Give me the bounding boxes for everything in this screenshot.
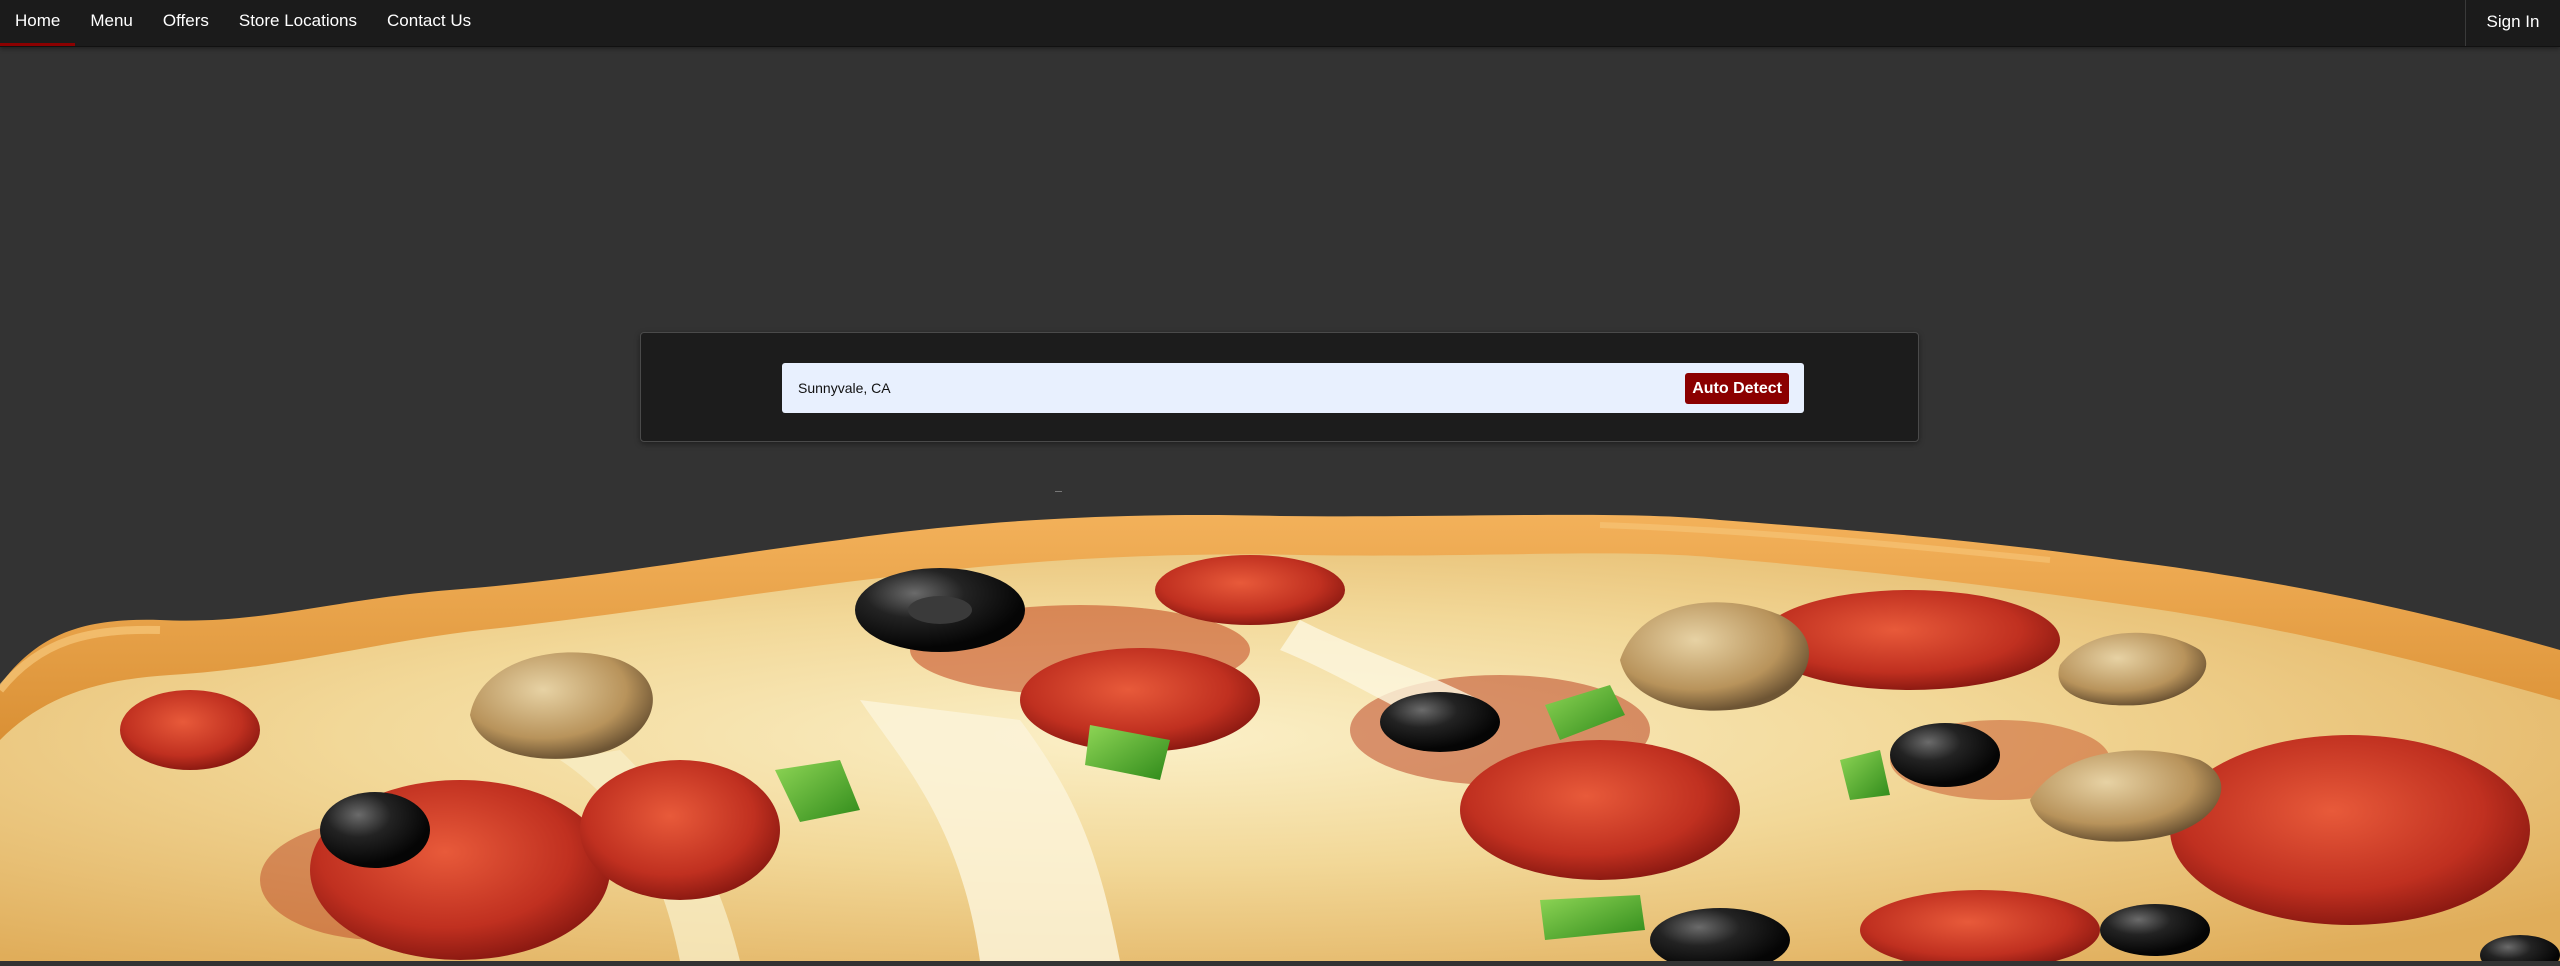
nav-item-menu[interactable]: Menu — [75, 0, 148, 46]
nav-item-offers[interactable]: Offers — [148, 0, 224, 46]
nav-item-contact-us[interactable]: Contact Us — [372, 0, 486, 46]
pizza-hero-image — [0, 500, 2560, 966]
location-search-panel: Auto Detect — [640, 332, 1919, 442]
location-field: Auto Detect — [782, 363, 1804, 413]
divider-mark — [1055, 491, 1062, 492]
nav-item-home[interactable]: Home — [0, 0, 76, 46]
nav-item-store-locations[interactable]: Store Locations — [224, 0, 372, 46]
top-navbar: Home Menu Offers Store Locations Contact… — [0, 0, 2560, 47]
auto-detect-button[interactable]: Auto Detect — [1685, 373, 1789, 404]
nav-menu: Home Menu Offers Store Locations Contact… — [0, 0, 486, 46]
sign-in-button[interactable]: Sign In — [2465, 0, 2560, 46]
location-input[interactable] — [782, 363, 1694, 413]
